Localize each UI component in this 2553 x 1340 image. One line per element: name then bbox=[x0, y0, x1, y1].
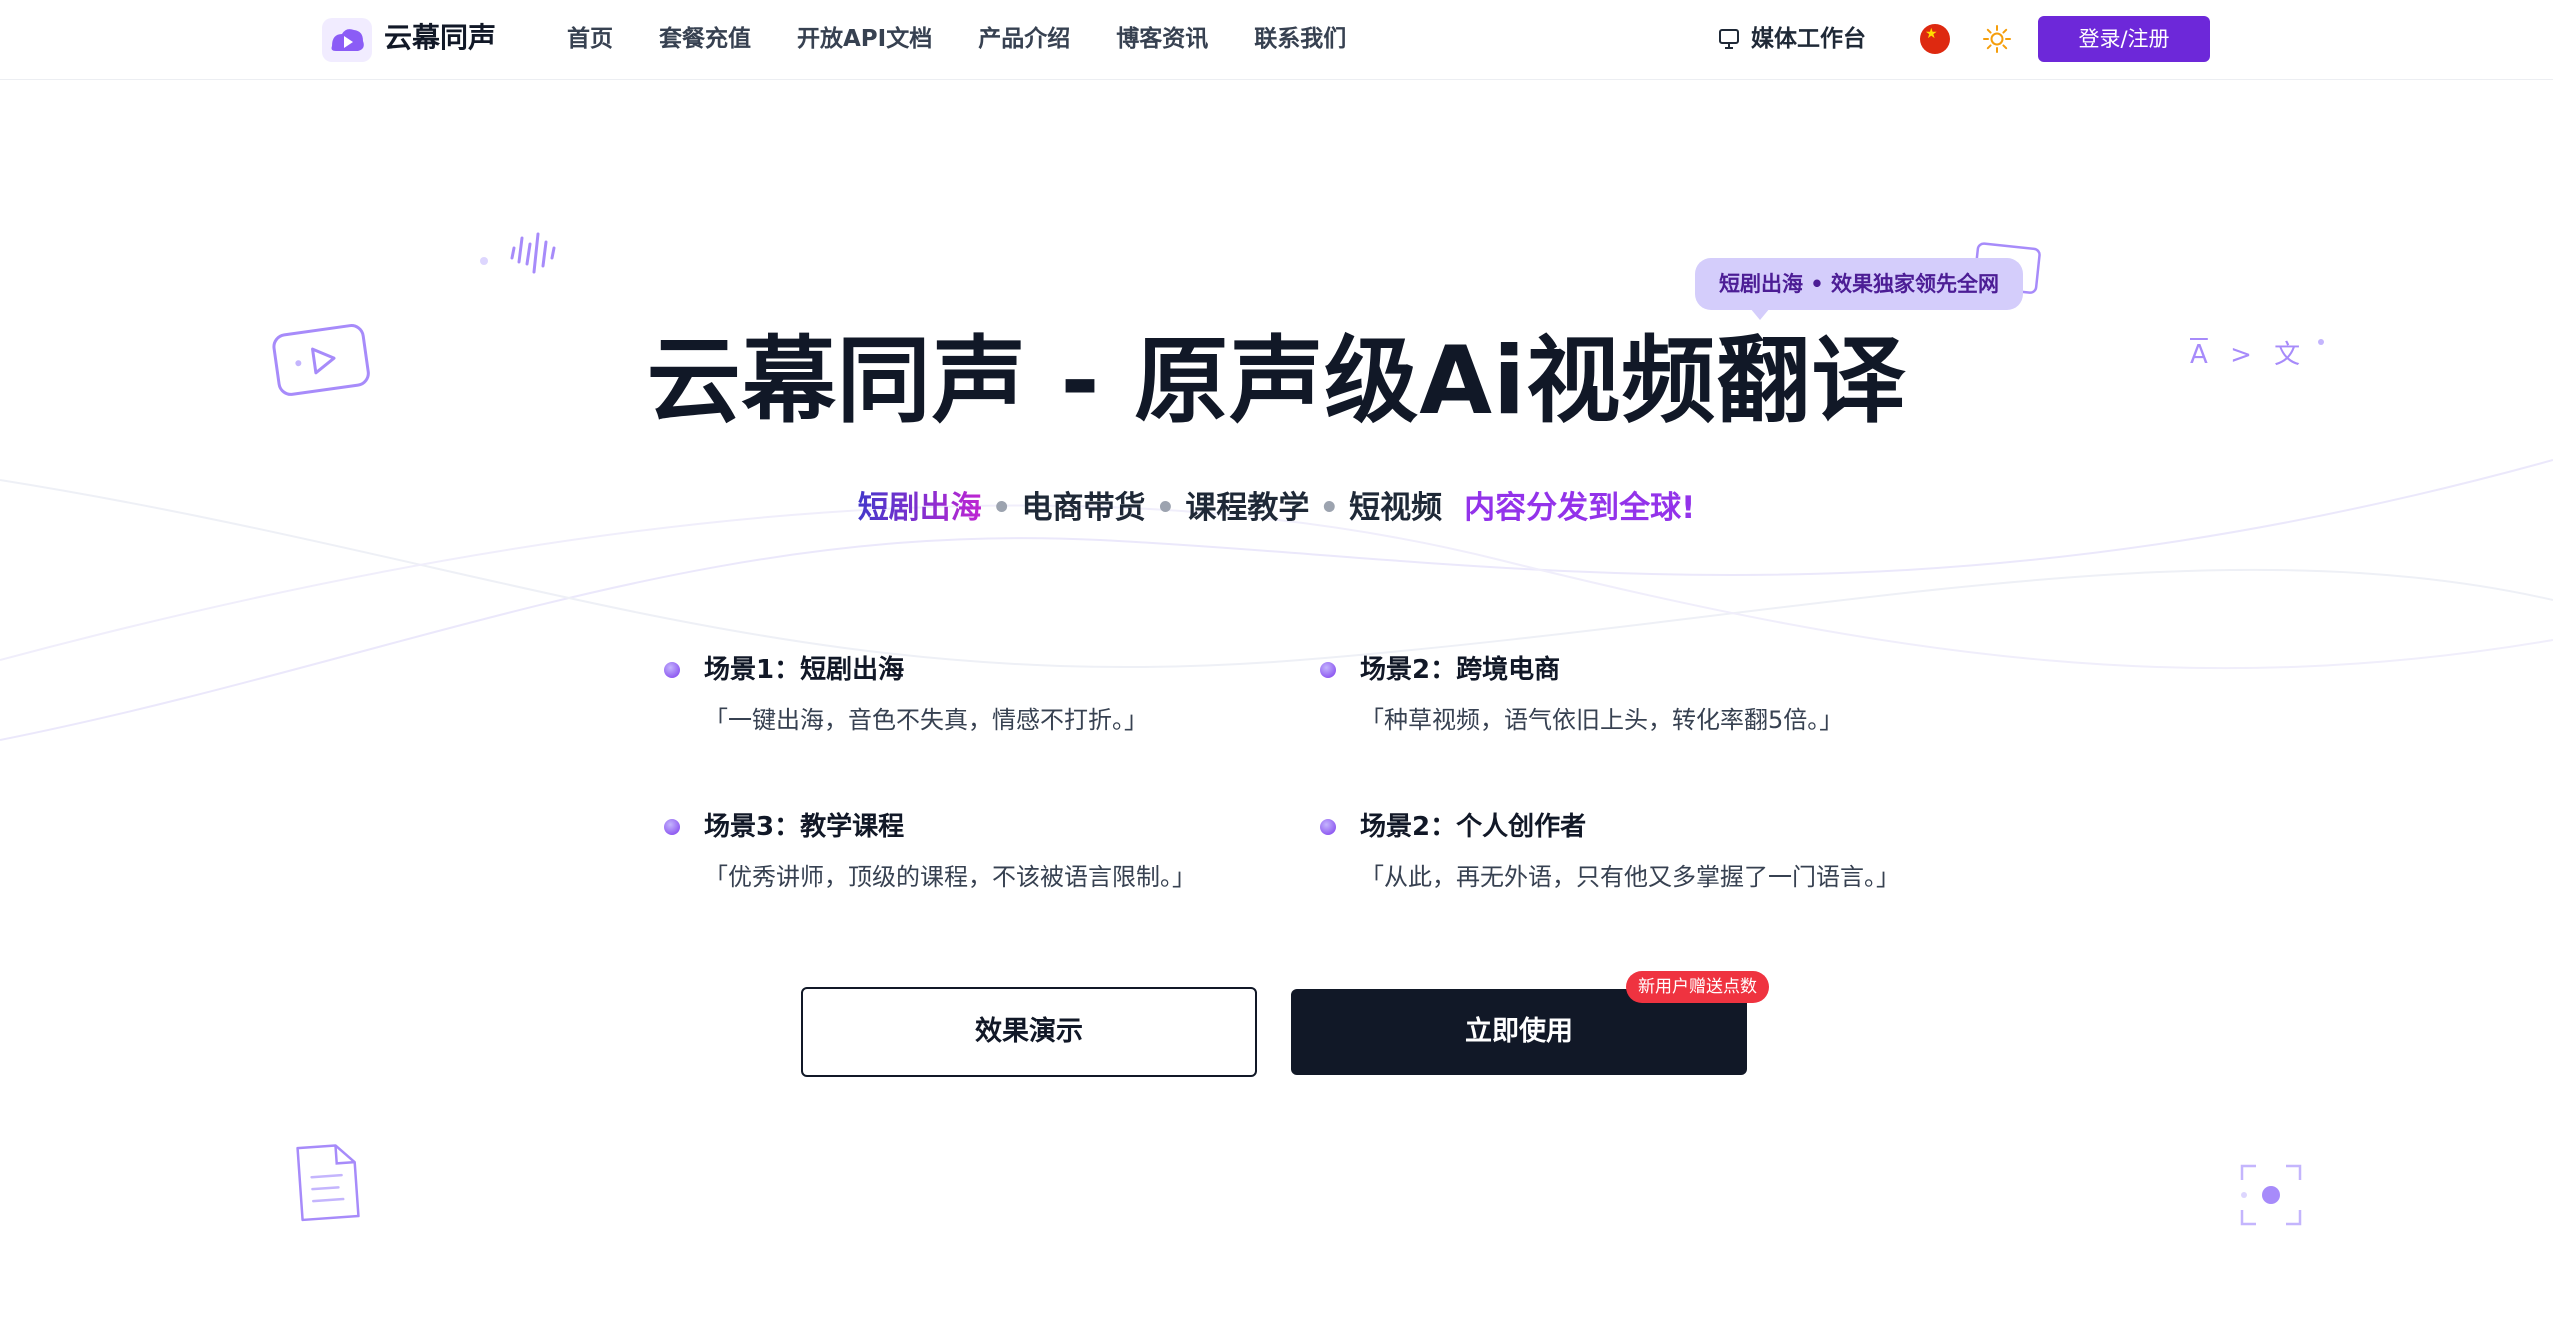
scenario-bullet bbox=[1320, 662, 1336, 678]
monitor-icon bbox=[1719, 29, 1739, 49]
scenario-title: 场景2：跨境电商 bbox=[1360, 655, 1561, 685]
hero-subtitle: 短剧出海 • 电商带货 • 课程教学 • 短视频 内容分发到全球! bbox=[0, 484, 2553, 532]
subtitle-item-drama: 短剧出海 bbox=[857, 490, 982, 526]
badge-pointer bbox=[1750, 308, 1770, 320]
scenario-quote: 「优秀讲师，顶级的课程，不该被语言限制。」 bbox=[704, 863, 1196, 891]
sound-wave-icon bbox=[480, 232, 556, 274]
subtitle-cta: 内容分发到全球! bbox=[1464, 490, 1696, 526]
subtitle-separator: • bbox=[1155, 490, 1176, 526]
scenario-title: 场景1：短剧出海 bbox=[704, 655, 905, 685]
main-nav: 首页 套餐充值 开放API文档 产品介绍 博客资讯 联系我们 bbox=[567, 20, 1346, 58]
scenario-title: 场景2：个人创作者 bbox=[1360, 812, 1587, 842]
nav-pricing[interactable]: 套餐充值 bbox=[659, 20, 751, 58]
scenario-quote: 「从此，再无外语，只有他又多掌握了一门语言。」 bbox=[1360, 863, 1900, 891]
subtitle-separator: • bbox=[991, 490, 1012, 526]
hero-title: 云幕同声 - 原声级Ai视频翻译 bbox=[646, 327, 1907, 436]
document-icon bbox=[296, 1144, 360, 1222]
subtitle-separator: • bbox=[1319, 490, 1340, 526]
brand-name[interactable]: 云幕同声 bbox=[384, 18, 496, 58]
media-workbench-link[interactable]: 媒体工作台 bbox=[1717, 20, 1866, 58]
sun-icon[interactable] bbox=[1982, 24, 2012, 54]
subtitle-item-short-video: 短视频 bbox=[1349, 490, 1443, 526]
top-navbar: 云幕同声 首页 套餐充值 开放API文档 产品介绍 博客资讯 联系我们 媒体工作… bbox=[0, 0, 2553, 80]
subtitle-item-course: 课程教学 bbox=[1185, 490, 1310, 526]
scenario-bullet bbox=[664, 819, 680, 835]
scenario-quote: 「一键出海，音色不失真，情感不打折。」 bbox=[704, 706, 1148, 734]
nav-api-docs[interactable]: 开放API文档 bbox=[797, 20, 932, 58]
nav-blog[interactable]: 博客资讯 bbox=[1116, 20, 1208, 58]
china-flag-icon[interactable]: ★ bbox=[1920, 24, 1950, 54]
scenario-title: 场景3：教学课程 bbox=[704, 812, 905, 842]
nav-home[interactable]: 首页 bbox=[567, 20, 613, 58]
nav-contact[interactable]: 联系我们 bbox=[1254, 20, 1346, 58]
nav-product[interactable]: 产品介绍 bbox=[978, 20, 1070, 58]
new-user-promo-badge: 新用户赠送点数 bbox=[1626, 971, 1769, 1003]
subtitle-item-ecommerce: 电商带货 bbox=[1021, 490, 1146, 526]
highlight-badge: 短剧出海 • 效果独家领先全网 bbox=[1695, 258, 2024, 310]
scenario-bullet bbox=[664, 662, 680, 678]
login-register-button[interactable]: 登录/注册 bbox=[2038, 16, 2210, 62]
background-waves bbox=[0, 459, 2553, 741]
focus-frame-icon bbox=[2240, 1164, 2302, 1226]
scenario-bullet bbox=[1320, 819, 1336, 835]
logo-icon[interactable] bbox=[322, 18, 372, 62]
media-workbench-label: 媒体工作台 bbox=[1751, 26, 1866, 52]
demo-button[interactable]: 效果演示 bbox=[801, 987, 1257, 1077]
scenario-quote: 「种草视频，语气依旧上头，转化率翻5倍。」 bbox=[1360, 706, 1844, 734]
